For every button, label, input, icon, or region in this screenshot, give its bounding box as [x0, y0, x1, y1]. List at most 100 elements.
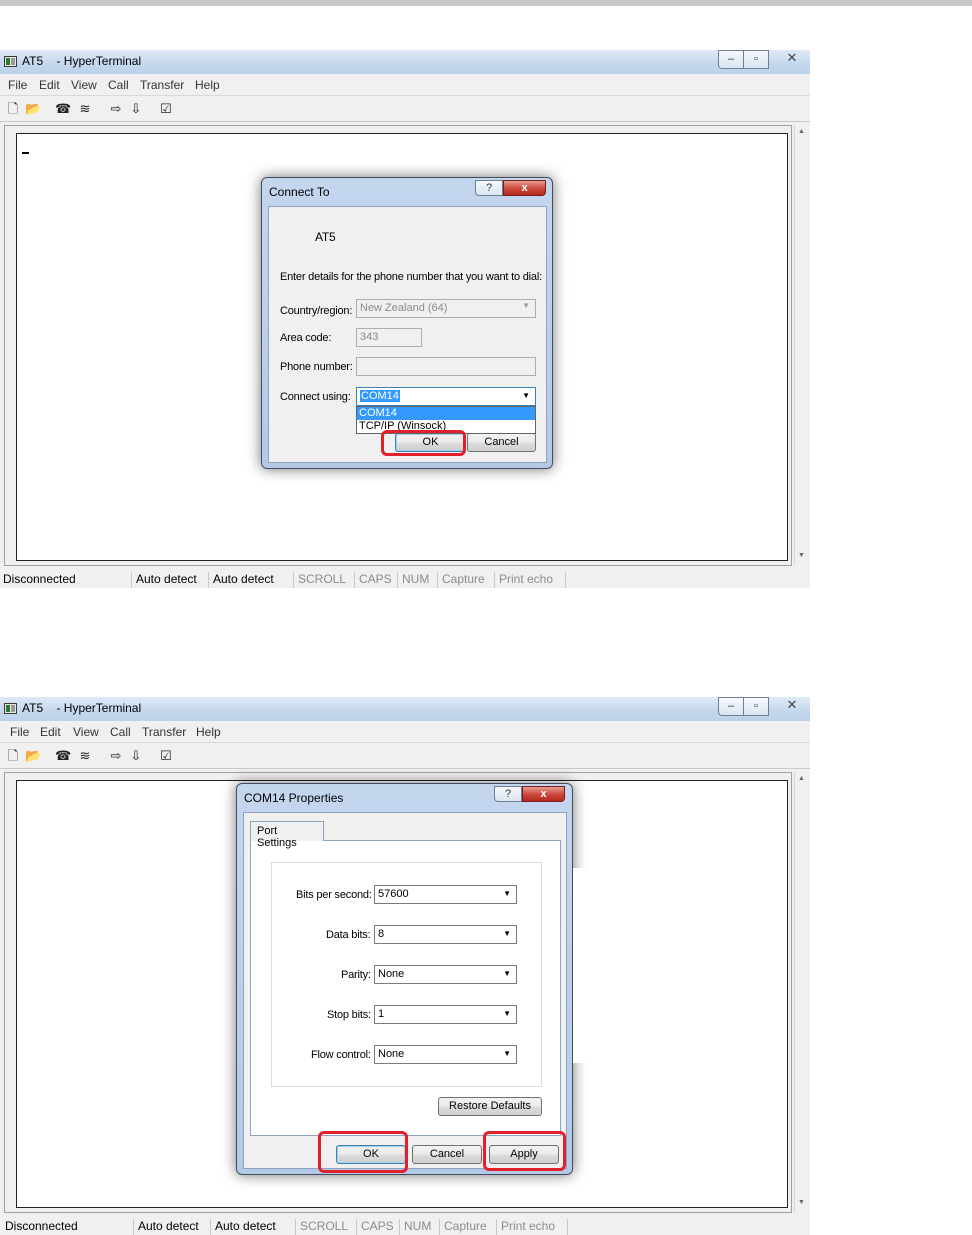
- chevron-down-icon[interactable]: ▼: [503, 1049, 511, 1058]
- status-print-echo: Print echo: [498, 1219, 568, 1235]
- menu-edit[interactable]: Edit: [40, 725, 61, 739]
- country-label: Country/region:: [280, 305, 353, 317]
- com14-properties-dialog: COM14 Properties ? x Bits per second: 57…: [236, 783, 573, 1175]
- restore-defaults-button[interactable]: Restore Defaults: [438, 1097, 542, 1116]
- chevron-down-icon[interactable]: ▼: [503, 1009, 511, 1018]
- background-patch: [573, 868, 673, 1063]
- title-bar[interactable]: AT5 - HyperTerminal – ▫ ✕: [0, 50, 810, 74]
- chevron-down-icon[interactable]: ▼: [522, 391, 530, 400]
- data-bits-value: 8: [378, 928, 385, 940]
- menu-transfer[interactable]: Transfer: [142, 725, 186, 739]
- open-icon[interactable]: 📂: [25, 101, 41, 116]
- dialog-body: Bits per second: 57600 ▼ Data bits: 8 ▼ …: [243, 812, 567, 1169]
- chevron-down-icon[interactable]: ▼: [503, 929, 511, 938]
- call-icon[interactable]: ☎: [55, 101, 71, 116]
- port-settings-panel: Bits per second: 57600 ▼ Data bits: 8 ▼ …: [250, 840, 561, 1136]
- stop-bits-select[interactable]: 1 ▼: [374, 1005, 517, 1024]
- receive-icon[interactable]: ⇩: [128, 748, 144, 763]
- phone-number-field: [356, 357, 536, 376]
- minimize-button[interactable]: –: [718, 697, 744, 716]
- call-icon[interactable]: ☎: [55, 748, 71, 763]
- bits-per-second-value: 57600: [378, 888, 409, 900]
- status-autodetect-2: Auto detect: [212, 1219, 296, 1235]
- properties-icon[interactable]: ☑: [158, 101, 174, 116]
- country-select: New Zealand (64) ▼: [356, 299, 536, 318]
- help-button[interactable]: ?: [475, 180, 503, 196]
- toolbar: 🗋 📂 ☎ ≋ ⇨ ⇩ ☑: [0, 96, 810, 122]
- parity-select[interactable]: None ▼: [374, 965, 517, 984]
- close-window-button[interactable]: ✕: [775, 50, 809, 69]
- status-caps: CAPS: [358, 1219, 400, 1235]
- status-scroll: SCROLL: [297, 1219, 357, 1235]
- menu-transfer[interactable]: Transfer: [140, 78, 184, 92]
- menu-view[interactable]: View: [73, 725, 99, 739]
- dial-instruction: Enter details for the phone number that …: [280, 271, 542, 283]
- scroll-up-icon[interactable]: ▲: [798, 775, 805, 782]
- flow-control-select[interactable]: None ▼: [374, 1045, 517, 1064]
- scroll-down-icon[interactable]: ▼: [798, 1199, 805, 1206]
- connect-using-select[interactable]: COM14 ▼: [356, 387, 536, 406]
- new-icon[interactable]: 🗋: [5, 101, 21, 116]
- menu-edit[interactable]: Edit: [39, 78, 60, 92]
- data-bits-select[interactable]: 8 ▼: [374, 925, 517, 944]
- hyperterminal-app-icon: [4, 56, 17, 67]
- status-num: NUM: [399, 572, 438, 588]
- scroll-down-icon[interactable]: ▼: [798, 552, 805, 559]
- status-connection: Disconnected: [0, 572, 132, 588]
- send-icon[interactable]: ⇨: [108, 748, 124, 763]
- bits-per-second-label: Bits per second:: [296, 889, 372, 901]
- scroll-up-icon[interactable]: ▲: [798, 128, 805, 135]
- vertical-scrollbar[interactable]: ▲ ▼: [794, 772, 810, 1213]
- status-autodetect-2: Auto detect: [210, 572, 294, 588]
- status-bar: Disconnected Auto detect Auto detect SCR…: [0, 1217, 810, 1235]
- cancel-button[interactable]: Cancel: [467, 433, 536, 452]
- top-divider: [0, 0, 972, 6]
- dialog-title: Connect To: [269, 185, 330, 199]
- status-autodetect-1: Auto detect: [133, 572, 209, 588]
- status-capture: Capture: [441, 1219, 497, 1235]
- tab-port-settings[interactable]: Port Settings: [250, 821, 324, 849]
- menu-help[interactable]: Help: [195, 78, 220, 92]
- connect-using-value: COM14: [360, 390, 400, 402]
- ok-highlight-box: [318, 1131, 408, 1173]
- dialog-title: COM14 Properties: [244, 791, 344, 805]
- maximize-button[interactable]: ▫: [743, 50, 769, 69]
- option-com14[interactable]: COM14: [357, 407, 535, 420]
- chevron-down-icon: ▼: [522, 301, 530, 310]
- flow-control-label: Flow control:: [311, 1049, 371, 1061]
- send-icon[interactable]: ⇨: [108, 101, 124, 116]
- menu-help[interactable]: Help: [196, 725, 221, 739]
- disconnect-icon[interactable]: ≋: [77, 101, 93, 116]
- menu-bar: File Edit View Call Transfer Help: [0, 75, 810, 96]
- menu-file[interactable]: File: [10, 725, 29, 739]
- disconnect-icon[interactable]: ≋: [77, 748, 93, 763]
- minimize-button[interactable]: –: [718, 50, 744, 69]
- connect-to-dialog: Connect To ? x AT5 Enter details for the…: [261, 177, 553, 469]
- close-window-button[interactable]: ✕: [775, 697, 809, 716]
- maximize-button[interactable]: ▫: [743, 697, 769, 716]
- title-bar[interactable]: AT5 - HyperTerminal – ▫ ✕: [0, 697, 810, 721]
- dialog-close-button[interactable]: x: [503, 180, 546, 196]
- cancel-button[interactable]: Cancel: [412, 1145, 482, 1164]
- vertical-scrollbar[interactable]: ▲ ▼: [794, 125, 810, 566]
- dialog-close-button[interactable]: x: [522, 786, 565, 802]
- help-button[interactable]: ?: [494, 786, 522, 802]
- phone-number-label: Phone number:: [280, 361, 353, 373]
- menu-call[interactable]: Call: [110, 725, 131, 739]
- receive-icon[interactable]: ⇩: [128, 101, 144, 116]
- menu-call[interactable]: Call: [108, 78, 129, 92]
- menu-file[interactable]: File: [8, 78, 27, 92]
- new-icon[interactable]: 🗋: [5, 748, 21, 763]
- bits-per-second-select[interactable]: 57600 ▼: [374, 885, 517, 904]
- status-connection: Disconnected: [2, 1219, 134, 1235]
- window-title: AT5 - HyperTerminal: [22, 701, 142, 715]
- properties-icon[interactable]: ☑: [158, 748, 174, 763]
- menu-view[interactable]: View: [71, 78, 97, 92]
- chevron-down-icon[interactable]: ▼: [503, 889, 511, 898]
- open-icon[interactable]: 📂: [25, 748, 41, 763]
- stop-bits-label: Stop bits:: [327, 1009, 371, 1021]
- parity-value: None: [378, 968, 405, 980]
- area-code-label: Area code:: [280, 332, 332, 344]
- hyperterminal-app-icon: [4, 703, 17, 714]
- chevron-down-icon[interactable]: ▼: [503, 969, 511, 978]
